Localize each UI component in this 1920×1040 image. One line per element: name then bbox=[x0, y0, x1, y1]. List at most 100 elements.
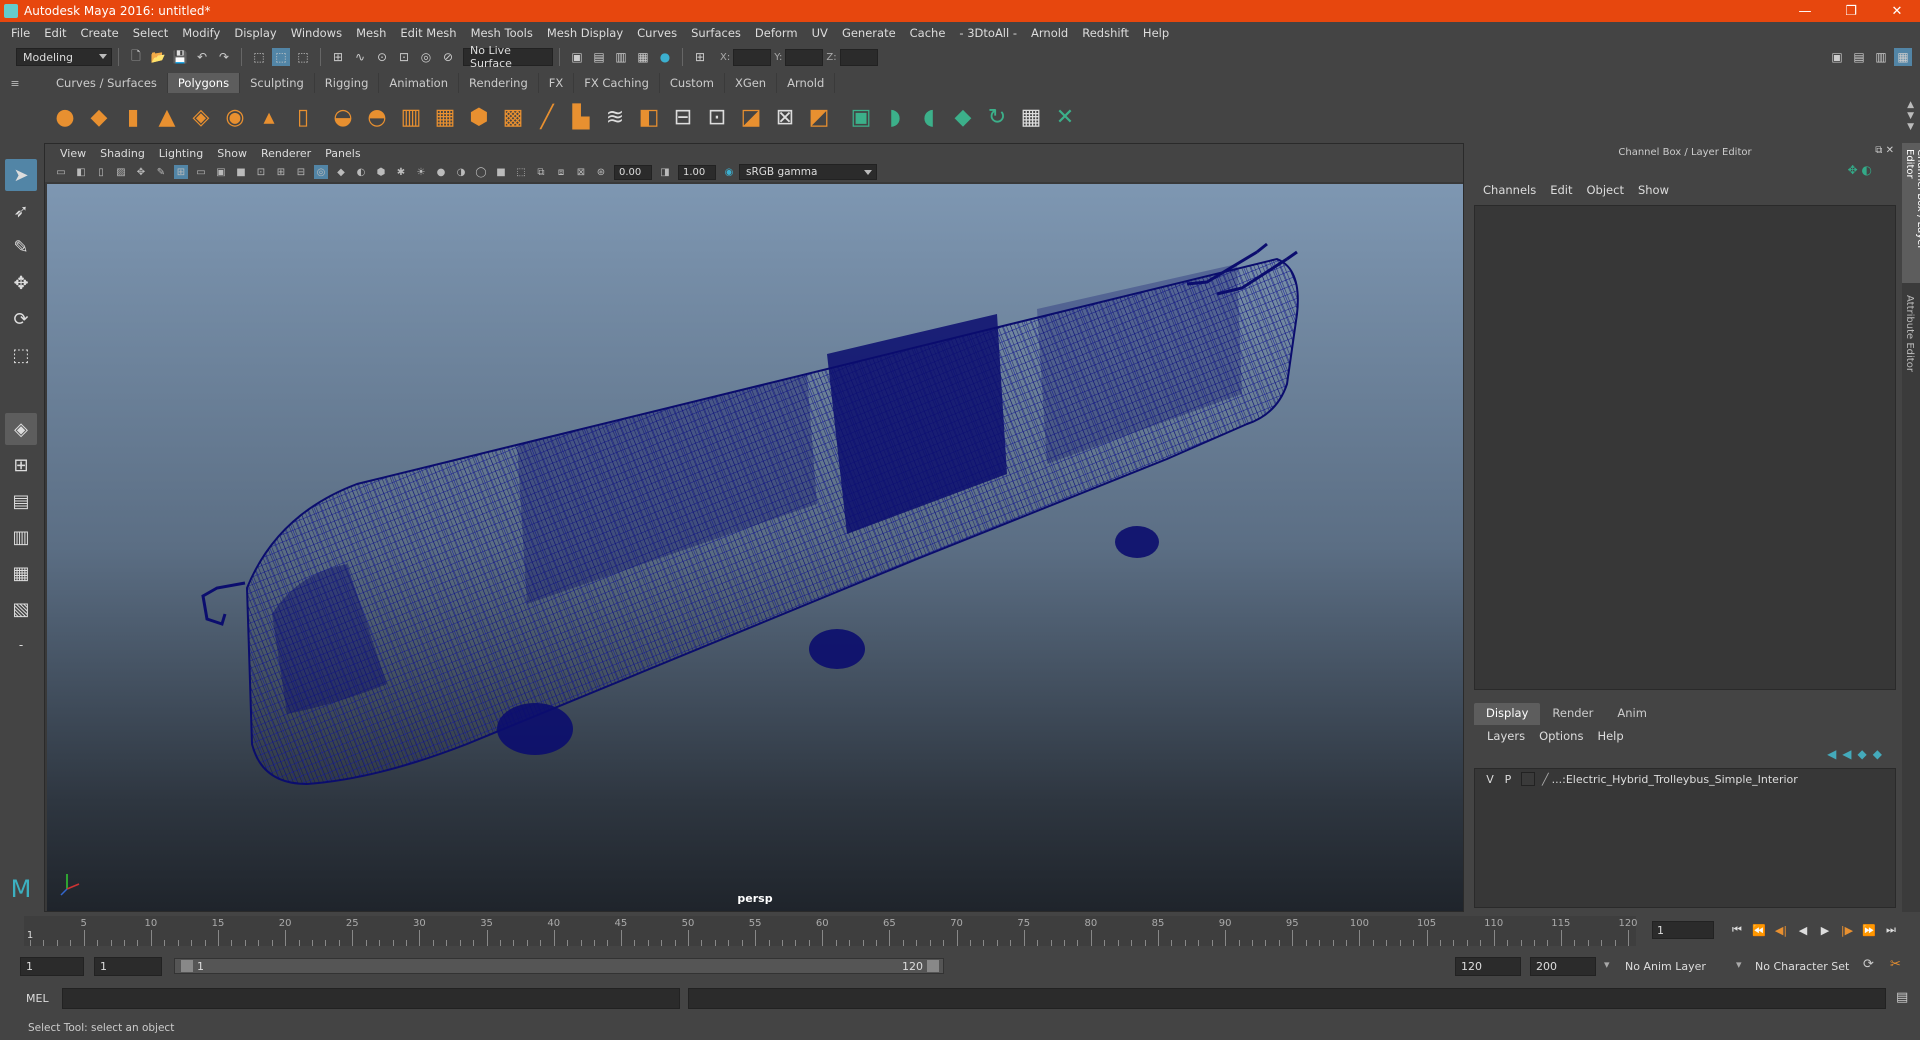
character-set-dropdown[interactable]: No Character Set bbox=[1750, 957, 1868, 976]
le-menu-layers[interactable]: Layers bbox=[1480, 729, 1532, 743]
panel-menu-panels[interactable]: Panels bbox=[318, 147, 367, 160]
exposure-icon[interactable]: ⊛ bbox=[594, 165, 608, 179]
live-surface-field[interactable]: No Live Surface bbox=[463, 44, 553, 70]
tab-display[interactable]: Display bbox=[1474, 703, 1541, 725]
layer-playback-toggle[interactable]: P bbox=[1499, 773, 1517, 786]
step-back-key-icon[interactable]: ⏪ bbox=[1748, 920, 1770, 940]
snap-point-icon[interactable]: ⊙ bbox=[373, 48, 391, 66]
single-perspective-layout-icon[interactable]: ◈ bbox=[5, 413, 37, 445]
panel-menu-renderer[interactable]: Renderer bbox=[254, 147, 318, 160]
smooth-icon[interactable]: ▦ bbox=[430, 102, 460, 132]
cb-menu-edit[interactable]: Edit bbox=[1543, 183, 1579, 197]
current-frame-field[interactable]: 1 bbox=[1652, 921, 1714, 939]
exposure-field[interactable]: 0.00 bbox=[614, 164, 652, 180]
xray-active-components-icon[interactable]: ⧈ bbox=[554, 165, 568, 179]
panel-menu-shading[interactable]: Shading bbox=[93, 147, 152, 160]
uv-editor-icon[interactable]: ▦ bbox=[1016, 102, 1046, 132]
bridge-icon[interactable]: ≋ bbox=[600, 102, 630, 132]
range-start-handle[interactable] bbox=[181, 960, 193, 972]
scale-tool-icon[interactable]: ⬚ bbox=[5, 339, 37, 371]
smooth-shade-icon[interactable]: ◆ bbox=[334, 165, 348, 179]
restore-icon[interactable]: ❐ bbox=[1828, 0, 1874, 22]
step-back-frame-icon[interactable]: ◀| bbox=[1770, 920, 1792, 940]
automatic-uv-icon[interactable]: ◆ bbox=[948, 102, 978, 132]
paint-select-tool-icon[interactable]: ✎ bbox=[5, 231, 37, 263]
move-tool-icon[interactable]: ✥ bbox=[5, 267, 37, 299]
safe-action-icon[interactable]: ⊞ bbox=[274, 165, 288, 179]
menu-edit[interactable]: Edit bbox=[37, 26, 73, 40]
image-plane-icon[interactable]: ▨ bbox=[114, 165, 128, 179]
boolean-icon[interactable]: ⬢ bbox=[464, 102, 494, 132]
chevron-down-icon[interactable]: ▾ bbox=[1736, 958, 1742, 971]
tab-sculpting[interactable]: Sculpting bbox=[240, 73, 315, 93]
mode-dropdown[interactable]: Modeling bbox=[16, 48, 112, 66]
menu-surfaces[interactable]: Surfaces bbox=[684, 26, 748, 40]
target-weld-icon[interactable]: ◩ bbox=[804, 102, 834, 132]
film-gate-icon[interactable]: ▭ bbox=[194, 165, 208, 179]
use-all-lights-icon[interactable]: ✱ bbox=[394, 165, 408, 179]
resolution-gate-icon[interactable]: ▣ bbox=[214, 165, 228, 179]
xray-joints-icon[interactable]: ⊠ bbox=[574, 165, 588, 179]
wireframe-on-shaded-icon[interactable]: ◐ bbox=[354, 165, 368, 179]
poly-cube-icon[interactable]: ◆ bbox=[84, 102, 114, 132]
menu-redshift[interactable]: Redshift bbox=[1075, 26, 1136, 40]
go-to-end-icon[interactable]: ⏭ bbox=[1880, 920, 1902, 940]
toggle-channel-box-icon[interactable]: ▦ bbox=[1894, 48, 1912, 66]
depth-of-field-icon[interactable]: ■ bbox=[494, 165, 508, 179]
grease-pencil-icon[interactable]: ✎ bbox=[154, 165, 168, 179]
3d-viewport[interactable]: persp bbox=[47, 184, 1463, 911]
menu-select[interactable]: Select bbox=[126, 26, 175, 40]
textured-icon[interactable]: ⬢ bbox=[374, 165, 388, 179]
spherical-uv-icon[interactable]: ◖ bbox=[914, 102, 944, 132]
play-backward-icon[interactable]: ◀ bbox=[1792, 920, 1814, 940]
le-menu-help[interactable]: Help bbox=[1590, 729, 1630, 743]
cb-menu-object[interactable]: Object bbox=[1580, 183, 1631, 197]
tab-animation[interactable]: Animation bbox=[379, 73, 460, 93]
menu-modify[interactable]: Modify bbox=[175, 26, 227, 40]
tab-fx[interactable]: FX bbox=[539, 73, 575, 93]
grid-icon[interactable]: ⊞ bbox=[174, 165, 188, 179]
tab-rigging[interactable]: Rigging bbox=[315, 73, 380, 93]
ipr-render-icon[interactable]: ▥ bbox=[612, 48, 630, 66]
rotate-tool-icon[interactable]: ⟳ bbox=[5, 303, 37, 335]
snap-curve-icon[interactable]: ∿ bbox=[351, 48, 369, 66]
multi-cut-icon[interactable]: ╱ bbox=[532, 102, 562, 132]
z-field[interactable] bbox=[839, 48, 878, 66]
range-end-handle[interactable] bbox=[927, 960, 939, 972]
panel-menu-show[interactable]: Show bbox=[210, 147, 254, 160]
open-scene-icon[interactable]: 📂 bbox=[149, 48, 167, 66]
select-component-icon[interactable]: ⬚ bbox=[294, 48, 312, 66]
range-slider-bar[interactable]: 1 120 bbox=[174, 958, 944, 974]
shelf-scroll-icon[interactable]: ▲ ▼ ▼ bbox=[1907, 100, 1914, 133]
x-field[interactable] bbox=[733, 48, 772, 66]
poly-torus-icon[interactable]: ◉ bbox=[220, 102, 250, 132]
safe-title-icon[interactable]: ⊟ bbox=[294, 165, 308, 179]
channel-box-tool-icons[interactable]: ✥ ◐ bbox=[1848, 163, 1872, 177]
time-slider-track[interactable]: 1 5 10 15 20 25 30 35 40 45 50 55 60 65 70 75 80 85 90 95 1… bbox=[24, 916, 1638, 946]
four-view-layout-icon[interactable]: ⊞ bbox=[5, 449, 37, 481]
separate-icon[interactable]: ◓ bbox=[362, 102, 392, 132]
gamma-field[interactable]: 1.00 bbox=[678, 164, 716, 180]
poly-pipe-icon[interactable]: ▯ bbox=[288, 102, 318, 132]
menu-help[interactable]: Help bbox=[1136, 26, 1176, 40]
color-space-dropdown[interactable]: sRGB gamma bbox=[739, 164, 877, 180]
gamma-icon[interactable]: ◨ bbox=[658, 165, 672, 179]
minimize-icon[interactable]: — bbox=[1782, 0, 1828, 22]
extract-icon[interactable]: ▥ bbox=[396, 102, 426, 132]
unfold-uv-icon[interactable]: ↻ bbox=[982, 102, 1012, 132]
menu-mesh[interactable]: Mesh bbox=[349, 26, 393, 40]
anti-aliasing-icon[interactable]: ◯ bbox=[474, 165, 488, 179]
poly-plane-icon[interactable]: ◈ bbox=[186, 102, 216, 132]
toggle-tool-settings-icon[interactable]: ▥ bbox=[1872, 48, 1890, 66]
render-view-icon[interactable]: ▣ bbox=[568, 48, 586, 66]
persp-graph-layout-icon[interactable]: ▥ bbox=[5, 521, 37, 553]
new-scene-icon[interactable]: 🗋 bbox=[127, 48, 145, 66]
auto-key-icon[interactable]: ⟳ bbox=[1863, 957, 1874, 972]
command-language-label[interactable]: MEL bbox=[26, 992, 49, 1005]
cb-menu-channels[interactable]: Channels bbox=[1476, 183, 1543, 197]
ambient-occlusion-icon[interactable]: ● bbox=[434, 165, 448, 179]
planar-uv-icon[interactable]: ▣ bbox=[846, 102, 876, 132]
hypershade-layout-icon[interactable]: ▦ bbox=[5, 557, 37, 589]
extrude-icon[interactable]: ▙ bbox=[566, 102, 596, 132]
combine-icon[interactable]: ◒ bbox=[328, 102, 358, 132]
